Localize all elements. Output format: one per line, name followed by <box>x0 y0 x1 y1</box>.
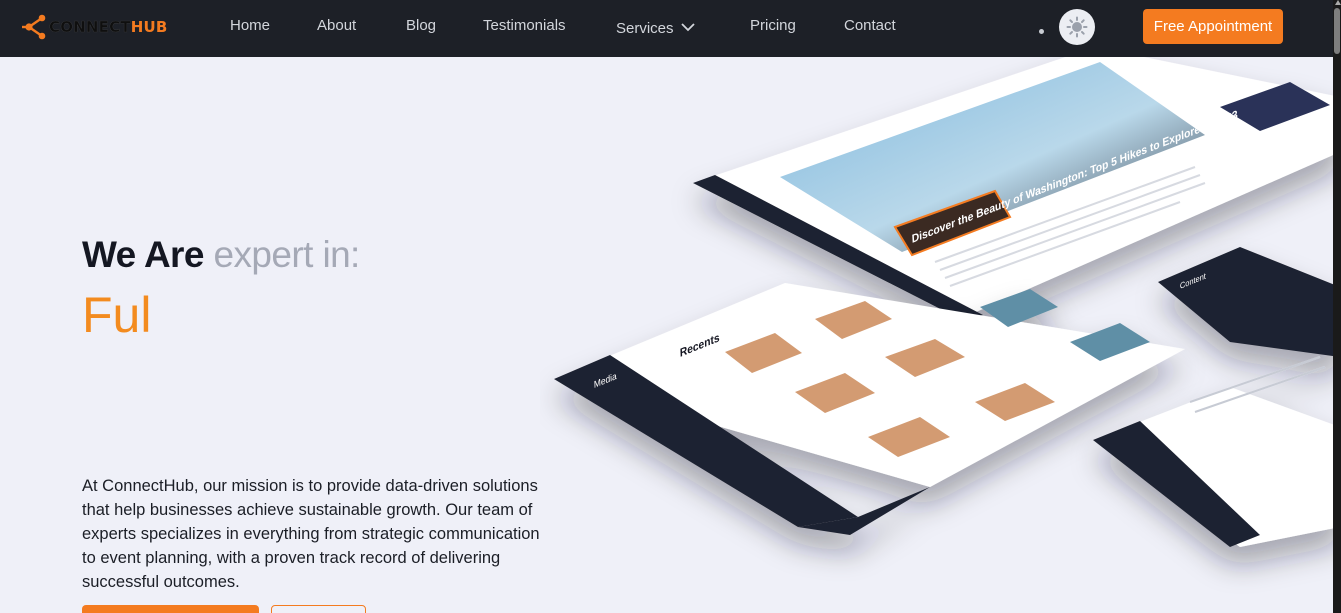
scrollbar-thumb[interactable] <box>1334 8 1340 54</box>
hero-heading-bold: We Are <box>82 234 204 275</box>
nav-link-about[interactable]: About <box>317 17 356 34</box>
top-navbar: CONNECTHUB Home About Blog Testimonials … <box>0 0 1333 57</box>
nav-link-home[interactable]: Home <box>230 17 270 34</box>
brand-wordmark: CONNECTHUB <box>49 18 168 36</box>
free-appointment-button[interactable]: Free Appointment <box>1143 9 1283 44</box>
mockup-art: Discover the Beauty of Washington: Top 5… <box>554 57 1333 547</box>
product-mockup-illustration: Discover the Beauty of Washington: Top 5… <box>540 57 1333 613</box>
sun-icon <box>1066 16 1088 38</box>
nav-link-contact[interactable]: Contact <box>844 17 896 34</box>
indicator-dot <box>1039 29 1044 34</box>
nav-link-services-label: Services <box>616 20 674 37</box>
page-scrollbar[interactable] <box>1333 0 1341 613</box>
theme-toggle-button[interactable] <box>1059 9 1095 45</box>
nav-link-blog[interactable]: Blog <box>406 17 436 34</box>
content-editor-panel: Content <box>1093 247 1333 547</box>
hero-secondary-button[interactable] <box>271 605 366 613</box>
hero-heading-light: expert in: <box>213 234 361 275</box>
nav-link-pricing[interactable]: Pricing <box>750 17 796 34</box>
brand-name-part1: CONNECT <box>49 18 131 36</box>
network-node-icon <box>22 14 46 40</box>
hero-heading: We Are expert in: <box>82 234 360 276</box>
nav-link-testimonials[interactable]: Testimonials <box>483 17 566 34</box>
brand-name-part2: HUB <box>130 18 168 36</box>
hero-primary-button[interactable] <box>82 605 259 613</box>
media-library-panel: Media Recents <box>554 283 1185 535</box>
nav-link-services[interactable]: Services <box>616 19 695 37</box>
brand-logo[interactable]: CONNECTHUB <box>21 13 168 41</box>
mission-paragraph: At ConnectHub, our mission is to provide… <box>82 477 540 591</box>
typed-expertise-text: Ful <box>82 287 152 343</box>
scroll-up-arrow-icon[interactable] <box>1335 0 1341 5</box>
chevron-down-icon <box>680 19 695 36</box>
